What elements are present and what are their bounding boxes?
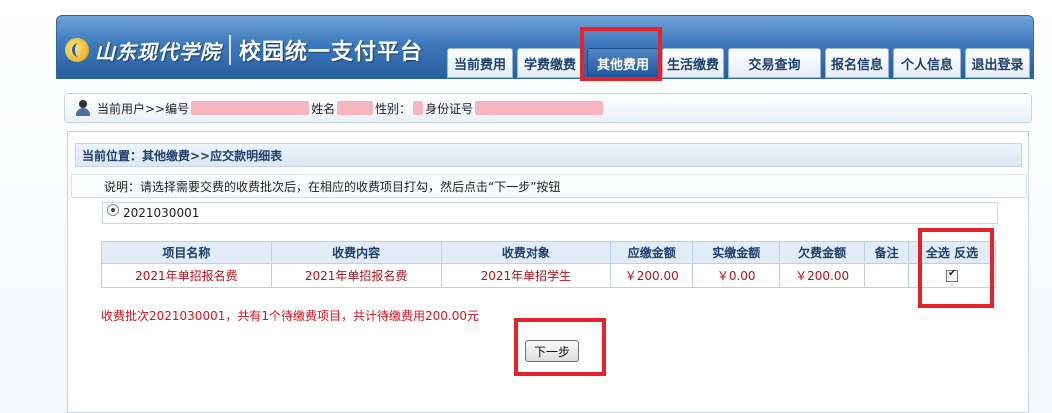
nav-living-payment[interactable]: 生活缴费 <box>662 48 724 78</box>
user-idcard-label: 身份证号 <box>425 101 474 116</box>
redacted-idcard <box>475 101 604 115</box>
batch-selector[interactable]: 2021030001 <box>102 202 998 224</box>
invert-select-link[interactable]: 反选 <box>954 246 978 260</box>
cell-amount-due: ￥200.00 <box>610 263 694 288</box>
logo-divider <box>229 35 231 65</box>
nav-logout[interactable]: 退出登录 <box>965 48 1030 78</box>
nav-tuition-payment[interactable]: 学费缴费 <box>517 48 583 78</box>
current-user-bar: 当前用户>>编号 姓名 性别： 身份证号 <box>64 93 1032 123</box>
cell-fee-content: 2021年单招报名费 <box>270 263 442 288</box>
batch-number: 2021030001 <box>123 206 200 220</box>
nav-current-fees[interactable]: 当前费用 <box>447 48 513 78</box>
col-fee-content: 收费内容 <box>270 241 442 264</box>
redacted-gender <box>413 101 424 115</box>
col-amount-owed: 欠费金额 <box>779 241 866 264</box>
fee-item-checkbox[interactable] <box>946 268 959 282</box>
col-item-name: 项目名称 <box>101 241 272 264</box>
school-logo-icon <box>65 38 89 62</box>
logo-area: 山东现代学院 校园统一支付平台 <box>65 30 423 70</box>
payment-summary: 收费批次2021030001，共有1个待缴费项目，共计待缴费用200.00元 <box>101 309 479 323</box>
user-gender-label: 性别： <box>375 101 412 116</box>
school-name-logo: 山东现代学院 <box>95 39 221 64</box>
nav-other-fees[interactable]: 其他费用 <box>587 48 659 78</box>
user-id-label: 当前用户>>编号 <box>97 101 190 116</box>
next-step-button[interactable]: 下一步 <box>525 340 579 362</box>
main-panel: 当前位置：其他缴费>>应交款明细表 说明：请选择需要交费的收费批次后，在相应的收… <box>67 131 1029 413</box>
cell-item-name: 2021年单招报名费 <box>101 263 272 288</box>
cell-amount-owed: ￥200.00 <box>779 263 866 288</box>
col-select: 全选 反选 <box>908 241 996 264</box>
col-amount-paid: 实缴金额 <box>692 241 781 264</box>
instruction-note: 说明：请选择需要交费的收费批次后，在相应的收费项目打勾，然后点击“下一步”按钮 <box>71 174 1027 198</box>
cell-select <box>908 263 996 288</box>
redacted-id <box>191 101 310 115</box>
user-name-label: 姓名 <box>311 101 336 116</box>
cell-fee-target: 2021年单招学生 <box>440 263 612 288</box>
cell-remarks <box>864 263 910 288</box>
nav-transaction-query[interactable]: 交易查询 <box>728 48 821 78</box>
redacted-name <box>337 101 374 115</box>
fee-table: 项目名称 收费内容 收费对象 应缴金额 实缴金额 欠费金额 备注 全选 反选 2… <box>101 241 996 288</box>
col-amount-due: 应缴金额 <box>610 241 694 264</box>
col-fee-target: 收费对象 <box>440 241 612 264</box>
platform-title: 校园统一支付平台 <box>239 40 424 65</box>
cell-amount-paid: ￥0.00 <box>692 263 781 288</box>
app-header: 山东现代学院 校园统一支付平台 当前费用 学费缴费 其他费用 生活缴费 交易查询… <box>56 15 1034 79</box>
col-remarks: 备注 <box>864 241 910 264</box>
table-header-row: 项目名称 收费内容 收费对象 应缴金额 实缴金额 欠费金额 备注 全选 反选 <box>101 241 996 264</box>
select-all-link[interactable]: 全选 <box>926 246 950 260</box>
location-breadcrumb: 当前位置：其他缴费>>应交款明细表 <box>75 143 1022 167</box>
batch-radio[interactable] <box>107 204 119 216</box>
table-row: 2021年单招报名费 2021年单招报名费 2021年单招学生 ￥200.00 … <box>101 263 996 288</box>
nav-registration-info[interactable]: 报名信息 <box>825 48 889 78</box>
nav-personal-info[interactable]: 个人信息 <box>893 48 961 78</box>
user-icon <box>75 100 91 116</box>
